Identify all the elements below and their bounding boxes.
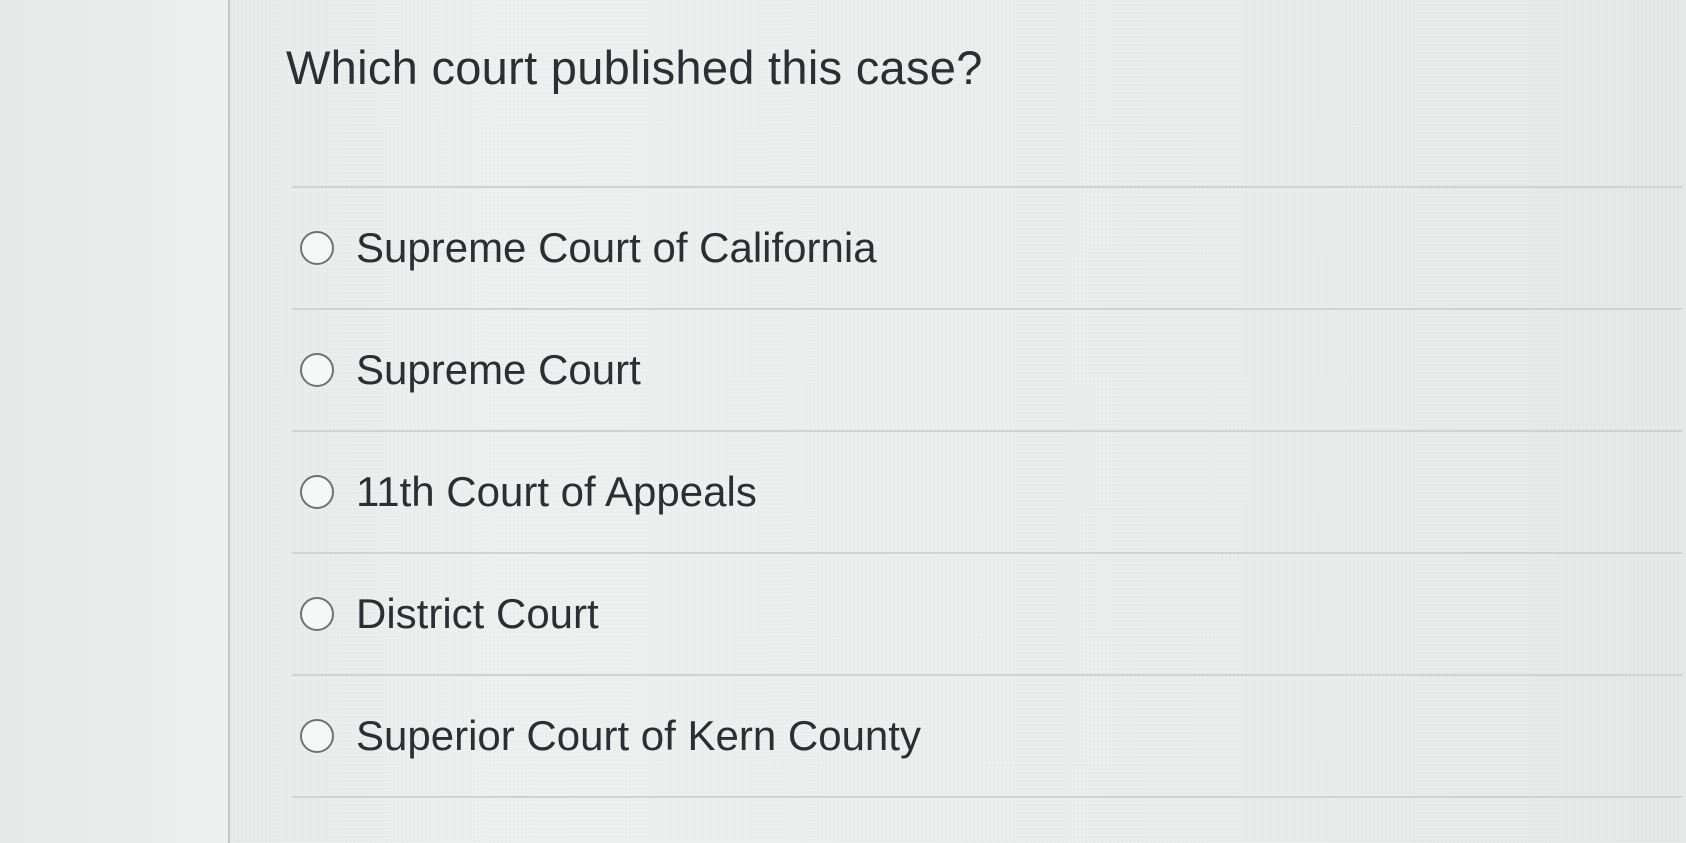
quiz-question-panel: Which court published this case? Supreme… xyxy=(230,0,1686,843)
left-gutter xyxy=(0,0,228,843)
answer-label: Superior Court of Kern County xyxy=(356,712,921,759)
answer-option-district-court[interactable]: District Court xyxy=(292,554,1682,676)
answer-label: Supreme Court of California xyxy=(356,224,877,271)
radio-button[interactable] xyxy=(300,475,334,509)
answer-option-superior-court-of-kern-county[interactable]: Superior Court of Kern County xyxy=(292,676,1682,798)
radio-button[interactable] xyxy=(300,719,334,753)
question-text: Which court published this case? xyxy=(286,41,983,94)
answer-option-supreme-court-of-california[interactable]: Supreme Court of California xyxy=(292,188,1682,310)
answer-label: 11th Court of Appeals xyxy=(356,468,757,515)
answer-option-supreme-court[interactable]: Supreme Court xyxy=(292,310,1682,432)
answer-label: District Court xyxy=(356,590,599,637)
screen: Which court published this case? Supreme… xyxy=(0,0,1686,843)
radio-button[interactable] xyxy=(300,231,334,265)
radio-button[interactable] xyxy=(300,597,334,631)
answer-option-11th-court-of-appeals[interactable]: 11th Court of Appeals xyxy=(292,432,1682,554)
radio-button[interactable] xyxy=(300,353,334,387)
answer-label: Supreme Court xyxy=(356,346,641,393)
answer-options-list: Supreme Court of California Supreme Cour… xyxy=(292,186,1682,798)
